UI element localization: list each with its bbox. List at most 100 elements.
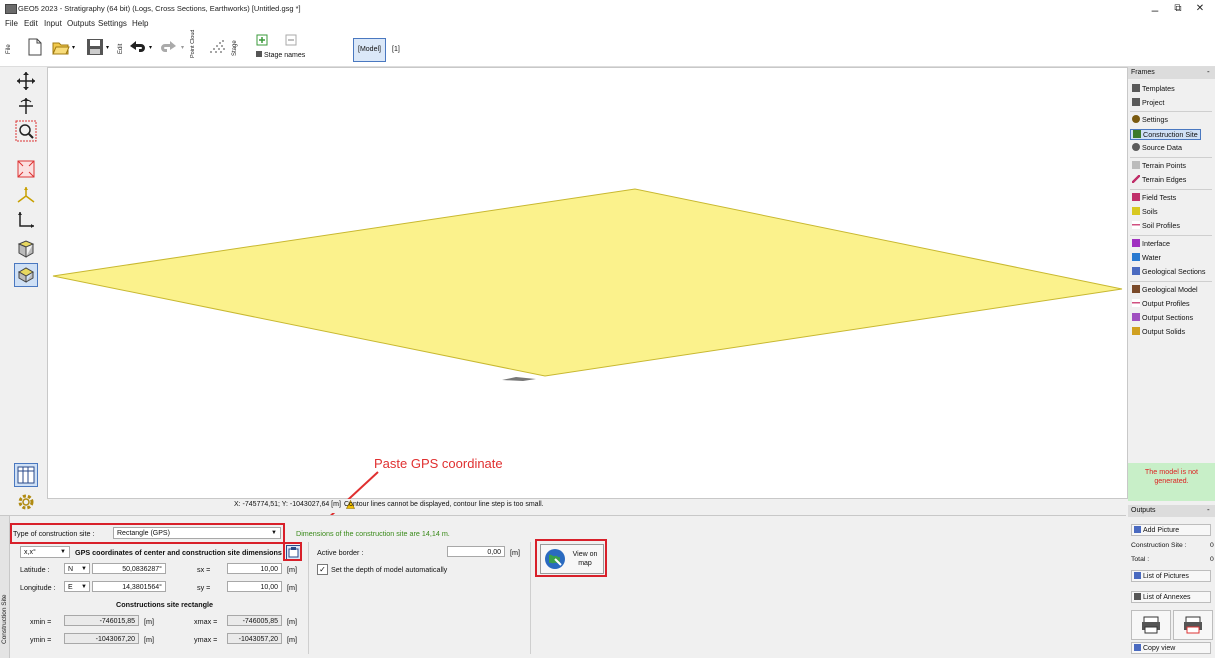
coord-format-select[interactable]: x,x° ▼ xyxy=(20,546,70,558)
stage-names-button[interactable]: Stage names xyxy=(256,51,305,59)
frame-field-tests[interactable]: Field Tests xyxy=(1132,193,1176,202)
sx-unit: [m] xyxy=(287,565,297,574)
frame-soil-profiles[interactable]: Soil Profiles xyxy=(1132,221,1180,230)
new-file-icon[interactable] xyxy=(26,38,44,56)
list-pictures-button[interactable]: List of Pictures xyxy=(1131,570,1211,582)
collapse-outputs-icon[interactable]: - xyxy=(1207,505,1210,514)
frame-construction-site[interactable]: Construction Site xyxy=(1130,129,1201,140)
frame-label: Output Profiles xyxy=(1142,299,1190,308)
frame-label: Settings xyxy=(1142,115,1168,124)
frame-terrain-edges[interactable]: Terrain Edges xyxy=(1132,175,1186,184)
frame-settings[interactable]: Settings xyxy=(1132,115,1168,124)
open-file-icon[interactable] xyxy=(52,38,70,56)
annotation-highlight-paste xyxy=(283,542,302,561)
output-profiles-icon xyxy=(1132,299,1140,307)
menu-input[interactable]: Input xyxy=(44,19,62,28)
soils-icon xyxy=(1132,207,1140,215)
frame-templates[interactable]: Templates xyxy=(1132,84,1175,93)
point-cloud-icon[interactable] xyxy=(208,38,226,56)
menu-file[interactable]: File xyxy=(5,19,18,28)
model-button[interactable]: [Model] xyxy=(353,38,386,62)
add-picture-button[interactable]: Add Picture xyxy=(1131,524,1211,536)
xmin-value: -746015,85 xyxy=(64,615,139,626)
set-depth-checkbox[interactable]: ✓ xyxy=(317,564,328,575)
longitude-direction-value: E xyxy=(68,584,73,591)
frame-soils[interactable]: Soils xyxy=(1132,207,1158,216)
construction-site-panel: Construction Site Type of construction s… xyxy=(0,515,1126,658)
restore-icon[interactable]: ⧉ xyxy=(1171,3,1185,14)
undo-icon[interactable] xyxy=(128,38,146,56)
close-icon[interactable]: ✕ xyxy=(1193,3,1207,14)
longitude-direction-select[interactable]: E ▼ xyxy=(64,581,90,592)
print-settings-button[interactable] xyxy=(1173,610,1213,640)
construction-site-icon xyxy=(1133,130,1141,138)
open-dropdown-icon[interactable]: ▾ xyxy=(72,44,75,51)
frame-project[interactable]: Project xyxy=(1132,98,1164,107)
stage-names-label: Stage names xyxy=(264,52,306,59)
frame-label: Source Data xyxy=(1142,143,1182,152)
zoom-extents-icon[interactable] xyxy=(14,157,38,181)
menu-outputs[interactable]: Outputs xyxy=(67,19,95,28)
sx-input[interactable]: 10,00 xyxy=(227,563,282,574)
axis-3d-icon[interactable] xyxy=(14,183,38,207)
stage-group-label: Stage xyxy=(232,40,238,56)
xmax-label: xmax = xyxy=(194,617,218,626)
add-stage-icon[interactable] xyxy=(256,34,268,46)
print-button[interactable] xyxy=(1131,610,1171,640)
frame-output-sections[interactable]: Output Sections xyxy=(1132,313,1193,322)
latitude-direction-select[interactable]: N ▼ xyxy=(64,563,90,574)
zoom-icon[interactable] xyxy=(14,119,38,143)
print-settings-icon xyxy=(1184,616,1202,634)
collapse-frames-icon[interactable]: - xyxy=(1207,67,1210,76)
redo-icon[interactable] xyxy=(160,38,178,56)
settings-gear-icon[interactable] xyxy=(14,490,38,514)
frame-output-profiles[interactable]: Output Profiles xyxy=(1132,299,1190,308)
menu-edit[interactable]: Edit xyxy=(24,19,38,28)
view-3d-icon[interactable] xyxy=(14,263,38,287)
frame-interface[interactable]: Interface xyxy=(1132,239,1170,248)
minimize-icon[interactable]: – xyxy=(1148,3,1162,17)
rotate-icon[interactable] xyxy=(14,94,38,118)
add-picture-icon xyxy=(1134,526,1141,533)
geological-sections-icon xyxy=(1132,267,1140,275)
water-icon xyxy=(1132,253,1140,261)
frame-label: Soils xyxy=(1142,207,1158,216)
remove-stage-icon[interactable] xyxy=(285,34,297,46)
menu-help[interactable]: Help xyxy=(132,19,148,28)
redo-dropdown-icon[interactable]: ▾ xyxy=(181,44,184,51)
ymax-value: -1043057,20 xyxy=(227,633,282,644)
sy-input[interactable]: 10,00 xyxy=(227,581,282,592)
total-count-label: Total : xyxy=(1131,556,1150,563)
frame-geological-sections[interactable]: Geological Sections xyxy=(1132,267,1206,276)
rect-header: Constructions site rectangle xyxy=(116,600,214,609)
list-annexes-button[interactable]: List of Annexes xyxy=(1131,591,1211,603)
save-dropdown-icon[interactable]: ▾ xyxy=(106,44,109,51)
outputs-header: Outputs - xyxy=(1128,505,1215,517)
model-canvas[interactable] xyxy=(47,67,1128,499)
frame-terrain-points[interactable]: Terrain Points xyxy=(1132,161,1186,170)
frame-geological-model[interactable]: Geological Model xyxy=(1132,285,1198,294)
frame-water[interactable]: Water xyxy=(1132,253,1161,262)
frame-output-solids[interactable]: Output Solids xyxy=(1132,327,1185,336)
pan-icon[interactable] xyxy=(14,69,38,93)
frame-label: Geological Sections xyxy=(1142,267,1206,276)
menu-settings[interactable]: Settings xyxy=(98,19,127,28)
stage-number[interactable]: [1] xyxy=(392,46,400,53)
longitude-input[interactable]: 14,3801564° xyxy=(92,581,166,592)
axis-2d-icon[interactable] xyxy=(14,208,38,232)
copy-view-button[interactable]: Copy view xyxy=(1131,642,1211,654)
view-top-icon[interactable] xyxy=(14,237,38,261)
active-border-label: Active border : xyxy=(317,548,364,557)
undo-dropdown-icon[interactable]: ▾ xyxy=(149,44,152,51)
edit-group-label: Edit xyxy=(118,43,124,54)
active-border-input[interactable]: 0,00 xyxy=(447,546,505,557)
frame-label: Output Solids xyxy=(1142,327,1186,336)
chevron-down-icon: ▼ xyxy=(81,566,87,572)
latitude-input[interactable]: 50,0836287° xyxy=(92,563,166,574)
save-icon[interactable] xyxy=(86,38,104,56)
model-not-generated-text: The model is not generated. xyxy=(1144,467,1199,485)
table-view-icon[interactable] xyxy=(14,463,38,487)
frames-divider xyxy=(1130,281,1212,282)
frame-source-data[interactable]: Source Data xyxy=(1132,143,1182,152)
xmax-unit: [m] xyxy=(287,617,297,626)
